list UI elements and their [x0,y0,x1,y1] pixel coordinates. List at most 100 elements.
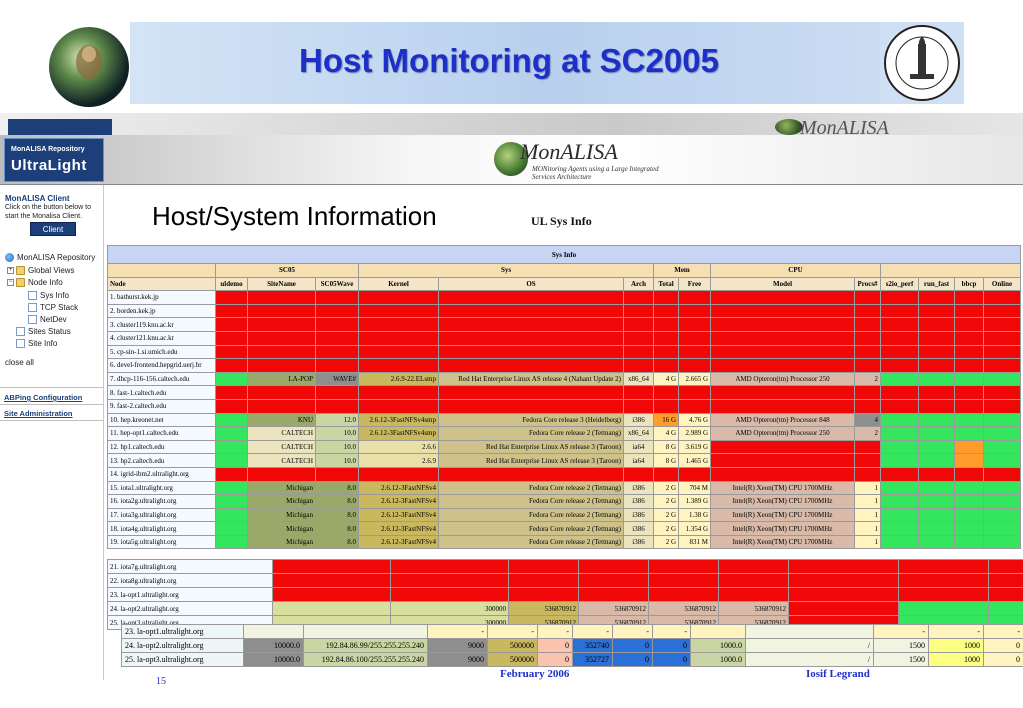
table-cell: 4.76 G [678,412,711,428]
table-cell: 2.665 G [678,371,711,387]
table-row[interactable]: 23. la-opt1.ultralight.org [107,587,1023,602]
table-cell: Intel(R) Xeon(TM) CPU 1700MHz [710,534,855,550]
table-row[interactable]: 24. la-opt2.ultralight.org 10000.0 192.84.… [121,638,1023,653]
table-cell: KNU [247,412,316,428]
table-cell: 300000 [390,601,509,616]
table-cell [880,534,919,550]
table-cell [438,290,624,305]
table-cell [623,358,654,373]
table-cell [918,290,955,305]
table-row[interactable]: 10. hep.kreonet.net KNU 12.0 2.6.12-3FastNF… [107,412,1022,428]
collapse-icon[interactable]: − [7,279,14,286]
table-cell: Intel(R) Xeon(TM) CPU 1700MHz [710,507,855,523]
expand-icon[interactable]: + [7,267,14,274]
table-row[interactable]: 23. la-opt1.ultralight.org - - - - - - - - - [121,624,1023,639]
table-cell [988,601,1023,616]
table-cell: CALTECH [247,426,316,441]
table-cell [678,385,711,400]
table-cell: 16. iota2g.ultralight.org [107,494,216,509]
table-cell: 536870912 [508,601,579,616]
table-cell [215,534,248,550]
table-row[interactable]: 21. iota7g.ultralight.org [107,559,1023,574]
table-row[interactable]: 2. borden.kek.jp [107,303,1022,319]
table-row[interactable]: 6. devel-frontend.hepgrid.uerj.br [107,358,1022,373]
table-cell [710,439,855,455]
table-cell [880,317,919,332]
table-cell: ia64 [623,453,654,468]
table-cell: i386 [623,412,654,428]
tree-item-netdev[interactable]: NetDev [28,315,67,324]
table-cell [954,398,984,414]
abping-configuration-link[interactable]: ABPing Configuration [4,393,82,402]
table-cell [247,317,316,332]
table-cell [880,371,919,387]
site-administration-link[interactable]: Site Administration [4,409,72,418]
table-cell [954,330,984,346]
client-button[interactable]: Client [30,222,76,236]
close-all-link[interactable]: close all [5,358,34,367]
table-row[interactable]: 25. la-opt3.ultralight.org 10000.0 192.84.… [121,652,1023,667]
table-cell: 1000.0 [690,652,746,667]
table-cell [988,587,1023,602]
table-row[interactable]: 9. fast-2.caltech.edu [107,398,1022,414]
table-row[interactable]: 15. iota1.ultralight.org Michigan 8.0 2.6.1… [107,480,1022,496]
table-cell [215,412,248,428]
tree-item-site-info[interactable]: Site Info [16,339,57,348]
table-row[interactable]: 4. cluster121.knu.ac.kr [107,330,1022,346]
monalisa-globe-logo [49,27,129,107]
table-cell [918,358,955,373]
table-row[interactable]: 11. hep-opt1.caltech.edu CALTECH 10.0 2.6.1… [107,426,1022,441]
tree-label: Global Views [28,266,75,275]
repository-logo[interactable]: MonALISA Repository UltraLight [4,138,104,182]
table-row[interactable]: 12. hp1.caltech.edu CALTECH 10.0 2.6.6 Red H… [107,439,1022,455]
table-cell: 24. la-opt2.ultralight.org [121,638,244,653]
tree-item-tcp-stack[interactable]: TCP Stack [28,303,78,312]
tree-item-sys-info[interactable]: Sys Info [28,291,69,300]
table-cell [918,371,955,387]
table-cell [710,358,855,373]
page-icon [16,339,25,348]
column-header: bbcp [954,276,984,292]
tree-item-sites-status[interactable]: Sites Status [16,327,71,336]
table-row[interactable]: 16. iota2g.ultralight.org Michigan 8.0 2.6.… [107,494,1022,509]
table-cell [508,587,579,602]
table-cell: 2.6.12-3FastNFSv4 [358,480,439,496]
table-cell: 12. hp1.caltech.edu [107,439,216,455]
table-cell [854,398,881,414]
table-cell [954,385,984,400]
column-header: run_fast [918,276,955,292]
table-cell: 1000 [928,638,984,653]
table-cell [215,494,248,509]
table-row[interactable]: 17. iota3g.ultralight.org Michigan 8.0 2.6.… [107,507,1022,523]
tree-item-global-views[interactable]: + Global Views [7,266,75,275]
table-row[interactable]: 24. la-opt2.ultralight.org 300000 53687091… [107,601,1023,616]
tree-item-repository[interactable]: MonALISA Repository [5,253,95,262]
table-row[interactable]: 19. iota5g.ultralight.org Michigan 8.0 2.6.… [107,534,1022,550]
table-cell [653,358,679,373]
table-row[interactable]: 13. hp2.caltech.edu CALTECH 10.0 2.6.9 Red H… [107,453,1022,468]
table-row[interactable]: 8. fast-1.caltech.edu [107,385,1022,400]
table-cell: 5. cp-sin-1.si.umich.edu [107,344,216,360]
group-header-sys: Sys [358,263,654,278]
table-cell [578,587,649,602]
table-row[interactable]: 3. cluster119.knu.ac.kr [107,317,1022,332]
table-row[interactable]: 7. dhcp-116-156.caltech.edu LA-POP WAVE# 2.… [107,371,1022,387]
table-cell [710,303,855,319]
table-cell [690,624,746,639]
table-cell [648,587,719,602]
tree-label: MonALISA Repository [17,253,96,262]
table-row[interactable]: 5. cp-sin-1.si.umich.edu [107,344,1022,360]
table-cell [918,507,955,523]
table-row[interactable]: 1. bathurst.kek.jp [107,290,1022,305]
table-cell [390,587,509,602]
table-cell [623,303,654,319]
tree-item-node-info[interactable]: − Node Info [7,278,63,287]
table-cell [918,303,955,319]
table-cell [880,507,919,523]
table-row[interactable]: 18. iota4g.ultralight.org Michigan 8.0 2.6.… [107,521,1022,536]
table-row[interactable]: 22. iota8g.ultralight.org [107,573,1023,588]
table-cell: 4 G [653,371,679,387]
table-cell: 2.6.6 [358,439,439,455]
table-cell [982,303,1022,319]
table-row[interactable]: 14. igrid-ibm2.ultralight.org [107,466,1022,482]
